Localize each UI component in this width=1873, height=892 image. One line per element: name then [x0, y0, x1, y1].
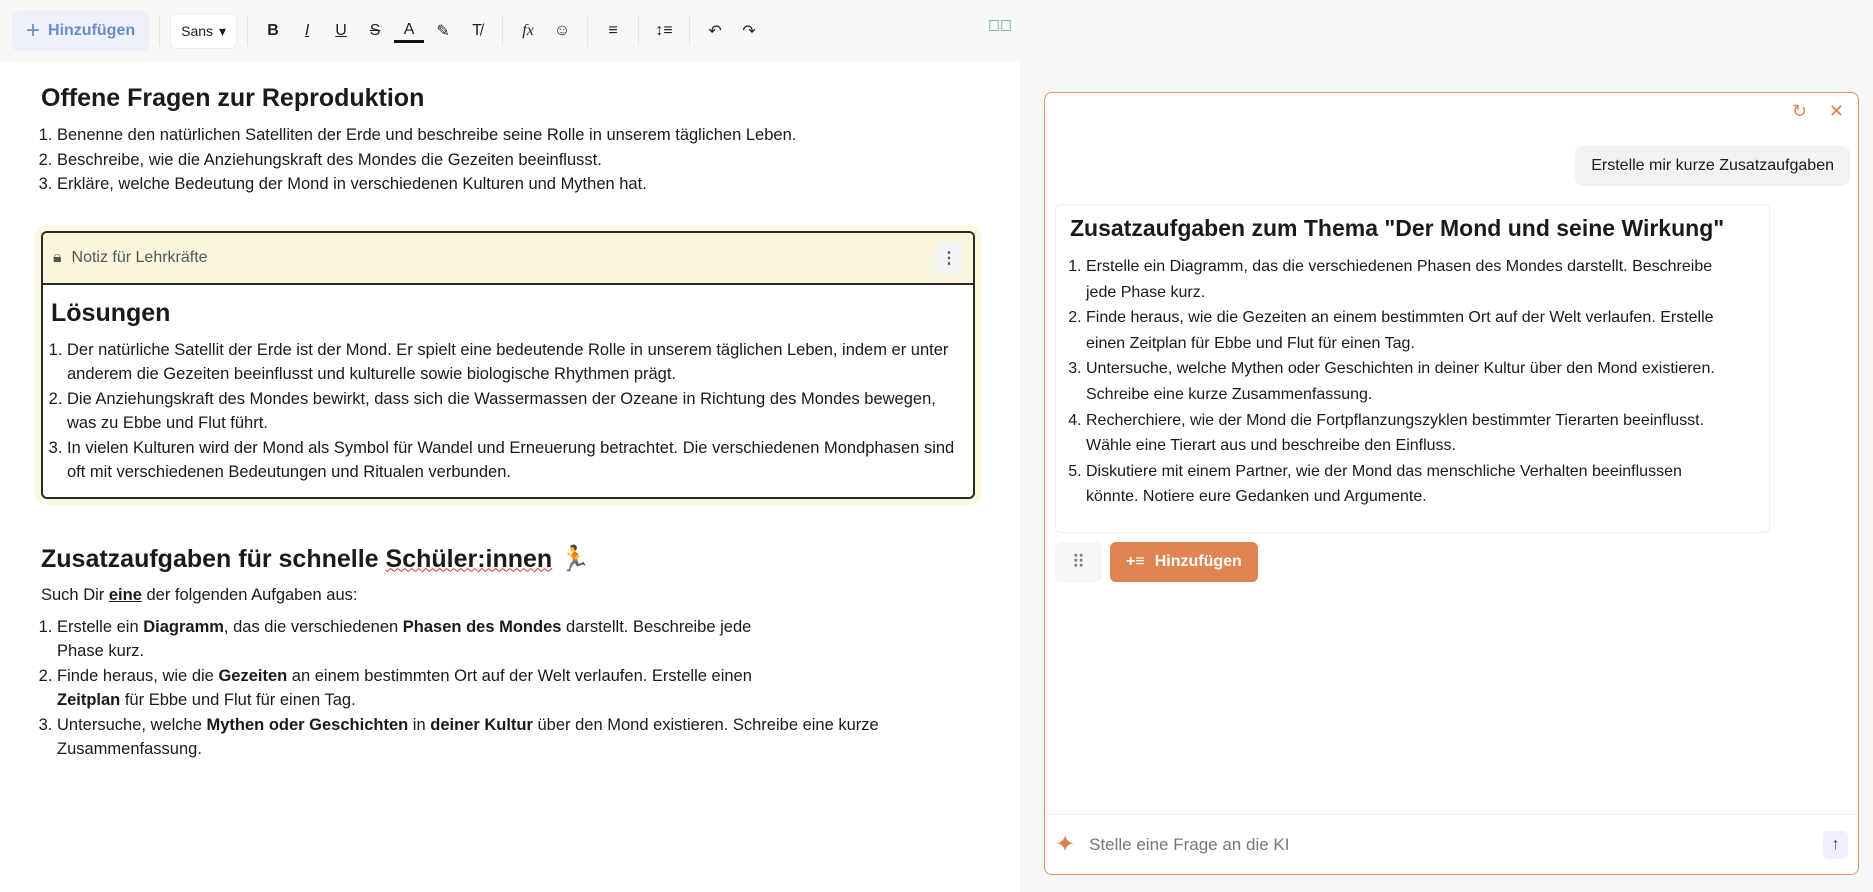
font-select[interactable]: Sans ▾	[170, 13, 238, 49]
divider	[638, 16, 640, 46]
document[interactable]: Offene Fragen zur Reproduktion Benenne d…	[0, 62, 1020, 762]
toolbar: + Hinzufügen Sans ▾ B I U S A ✎ T̸ fx ☺ ≡ …	[0, 0, 1020, 62]
chat-input[interactable]	[1089, 834, 1809, 855]
runner-emoji: 🏃	[559, 544, 591, 573]
text-bold: eine	[108, 585, 142, 604]
insert-list-icon: +≡	[1126, 553, 1145, 570]
divider	[159, 16, 161, 46]
divider	[247, 16, 249, 46]
heading-text: Zusatzaufgaben für schnelle	[41, 544, 386, 573]
list-item: Der natürliche Satellit der Erde ist der…	[67, 338, 963, 387]
teacher-note: 🔒︎ Notiz für Lehrkräfte ⋮ Lösungen Der n…	[41, 230, 975, 499]
more-options-button[interactable]: ⋮	[935, 241, 963, 274]
answer-title: Zusatzaufgaben zum Thema "Der Mond und s…	[1070, 215, 1725, 241]
question-list: Benenne den natürlichen Satelliten der E…	[41, 123, 980, 197]
divider	[502, 16, 504, 46]
chat-input-bar: ✦ ↑	[1045, 814, 1858, 874]
intro-text: Such Dir eine der folgenden Aufgaben aus…	[41, 586, 980, 605]
note-header: 🔒︎ Notiz für Lehrkräfte ⋮	[43, 232, 973, 285]
note-label: Notiz für Lehrkräfte	[71, 248, 208, 266]
underline-button[interactable]: U	[326, 16, 356, 46]
close-icon[interactable]: ✕	[1829, 101, 1844, 122]
sparkle-icon: ✦	[1055, 831, 1076, 858]
italic-button[interactable]: I	[292, 16, 322, 46]
ai-chat-panel: ↻ ✕ Erstelle mir kurze Zusatzaufgaben Zu…	[1044, 92, 1859, 875]
add-label: Hinzufügen	[48, 22, 136, 39]
divider	[689, 16, 691, 46]
insert-label: Hinzufügen	[1154, 553, 1242, 570]
align-left-icon[interactable]: ≡	[598, 16, 628, 46]
drag-handle-icon[interactable]: ⠿	[1055, 542, 1102, 582]
solution-list: Der natürliche Satellit der Erde ist der…	[51, 338, 963, 485]
formula-button[interactable]: fx	[513, 16, 543, 46]
heading-questions: Offene Fragen zur Reproduktion	[41, 84, 425, 112]
list-item: Untersuche, welche Mythen oder Geschicht…	[1086, 356, 1720, 407]
clear-format-icon[interactable]: T̸	[462, 16, 492, 46]
list-item: In vielen Kulturen wird der Mond als Sym…	[67, 436, 963, 485]
list-item: Recherchiere, wie der Mond die Fortpflan…	[1086, 408, 1720, 459]
list-item: Erkläre, welche Bedeutung der Mond in ve…	[57, 172, 980, 197]
note-title: Lösungen	[51, 298, 171, 327]
list-item: Die Anziehungskraft des Mondes bewirkt, …	[67, 387, 963, 436]
caret-down-icon: ▾	[219, 22, 227, 39]
font-value: Sans	[181, 23, 214, 39]
saved-check-icon: ✓⃝	[988, 18, 1012, 35]
text-color-button[interactable]: A	[394, 19, 425, 43]
user-message: Erstelle mir kurze Zusatzaufgaben	[1575, 146, 1850, 186]
list-item: Untersuche, welche Mythen oder Geschicht…	[57, 713, 1017, 762]
list-item: Benenne den natürlichen Satelliten der E…	[57, 123, 980, 148]
emoji-icon[interactable]: ☺	[547, 16, 577, 46]
undo-icon[interactable]: ↶	[700, 16, 730, 46]
divider	[587, 16, 589, 46]
list-item: Erstelle ein Diagramm, das die verschied…	[57, 615, 801, 664]
line-height-icon[interactable]: ↕≡	[649, 16, 679, 46]
text: Such Dir	[41, 585, 109, 604]
redo-icon[interactable]: ↷	[734, 16, 764, 46]
task-list: Erstelle ein Diagramm, das die verschied…	[41, 615, 879, 762]
answer-list: Erstelle ein Diagramm, das die verschied…	[1070, 254, 1720, 510]
add-block-button[interactable]: + Hinzufügen	[12, 11, 150, 51]
refresh-icon[interactable]: ↻	[1792, 101, 1807, 122]
list-item: Finde heraus, wie die Gezeiten an einem …	[57, 664, 801, 713]
ai-answer-card: Zusatzaufgaben zum Thema "Der Mond und s…	[1055, 204, 1770, 533]
plus-icon: +	[26, 17, 41, 44]
insert-answer-button[interactable]: +≡ Hinzufügen	[1110, 542, 1258, 582]
heading-text-misspelled: Schüler:innen	[385, 544, 553, 573]
bold-button[interactable]: B	[258, 16, 288, 46]
list-item: Diskutiere mit einem Partner, wie der Mo…	[1086, 459, 1720, 510]
text: der folgenden Aufgaben aus:	[141, 585, 358, 604]
lock-icon: 🔒︎	[53, 248, 62, 266]
send-button[interactable]: ↑	[1823, 830, 1848, 859]
strikethrough-button[interactable]: S	[360, 16, 390, 46]
list-item: Beschreibe, wie die Anziehungskraft des …	[57, 148, 980, 173]
list-item: Finde heraus, wie die Gezeiten an einem …	[1086, 305, 1720, 356]
highlight-icon[interactable]: ✎	[428, 16, 458, 46]
list-item: Erstelle ein Diagramm, das die verschied…	[1086, 254, 1720, 305]
heading-extra-tasks: Zusatzaufgaben für schnelle Schüler:inne…	[41, 545, 980, 574]
editor: + Hinzufügen Sans ▾ B I U S A ✎ T̸ fx ☺ ≡ …	[0, 0, 1020, 892]
